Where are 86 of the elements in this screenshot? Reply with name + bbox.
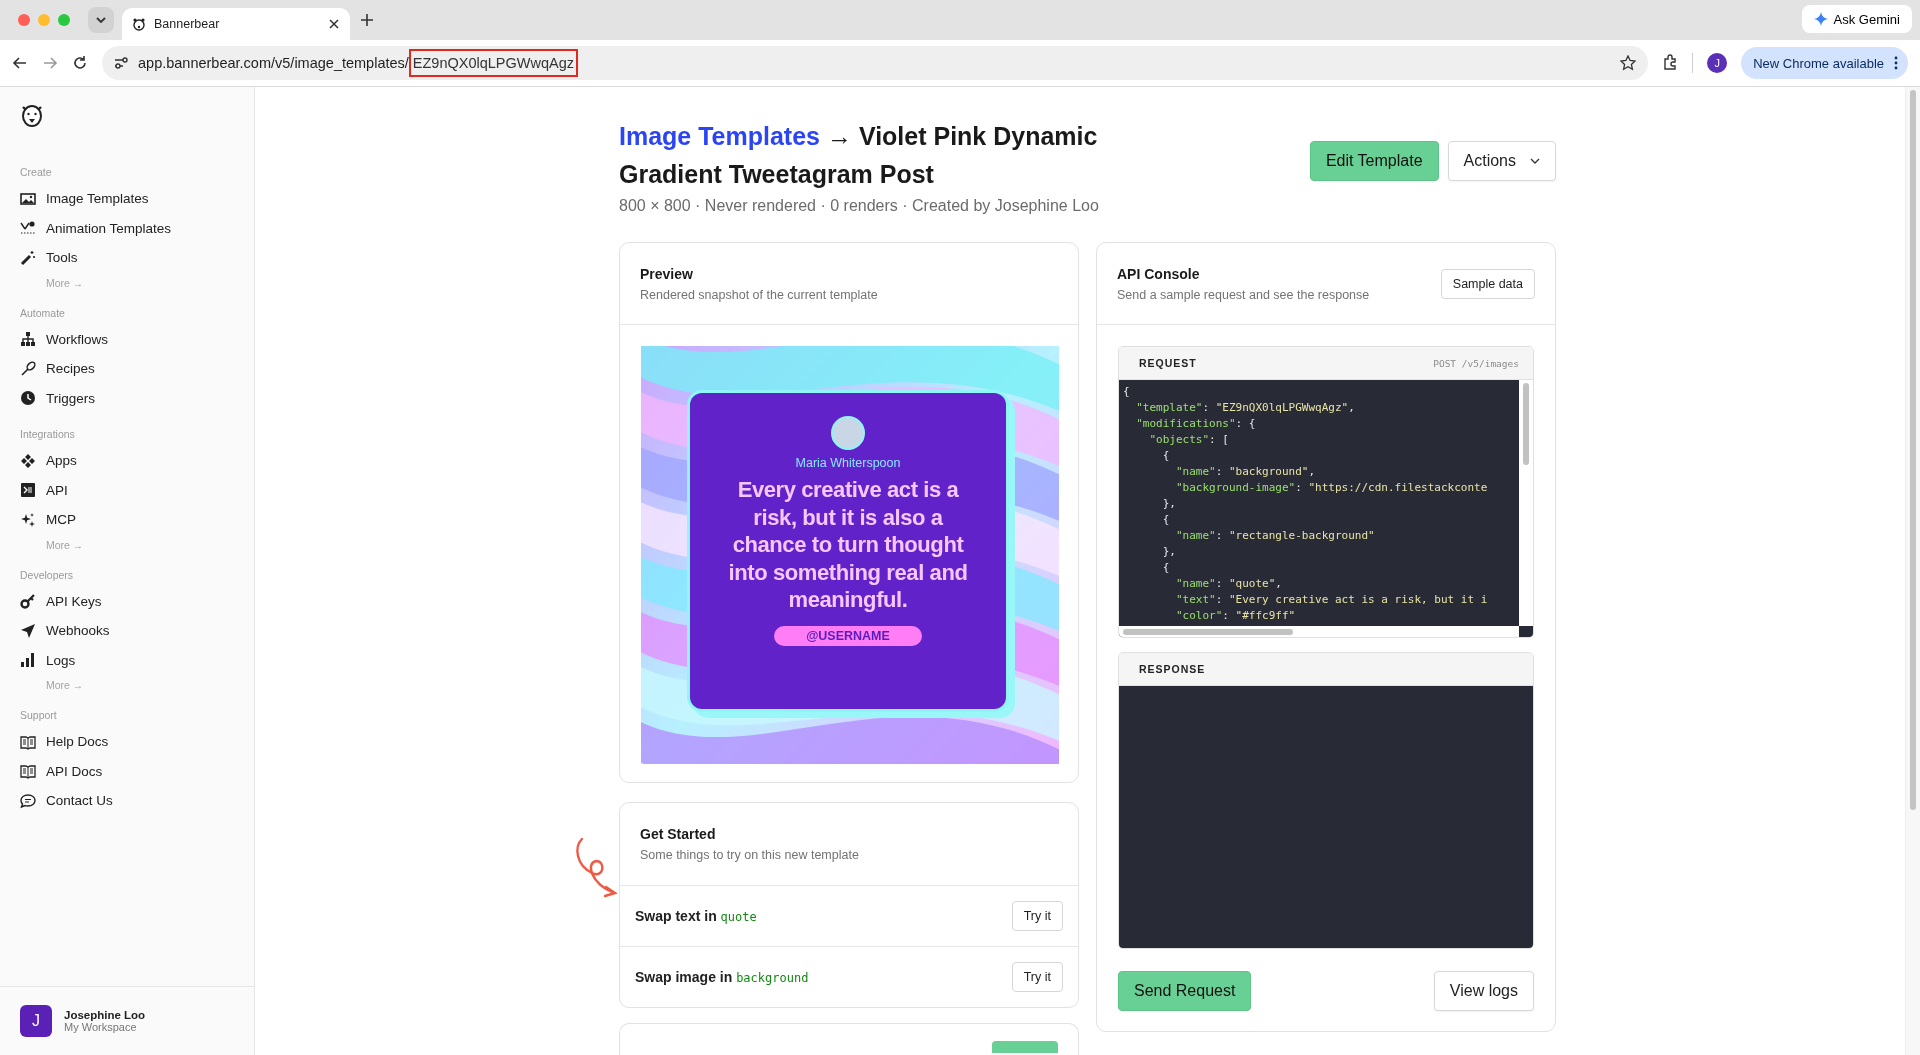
user-avatar: J <box>20 1005 52 1037</box>
site-settings-icon <box>114 56 128 70</box>
section-label: Integrations <box>20 428 76 440</box>
nav-item[interactable]: Apps <box>20 446 234 476</box>
page-title: Image Templates → Violet Pink Dynamic Gradient Tweetagram Post <box>619 121 1099 190</box>
panel-label: RESPONSE <box>1139 663 1206 675</box>
motion-path-icon <box>20 220 36 237</box>
close-icon[interactable] <box>328 18 340 30</box>
chevron-down-icon <box>95 14 107 26</box>
quote-text: Every creative act is a risk, but it is also a chance to turn thought into something real and meaningful. <box>727 476 969 614</box>
ask-gemini-button[interactable]: Ask Gemini <box>1801 5 1912 33</box>
nav-item[interactable]: Workflows <box>20 324 234 354</box>
magic-wand-icon <box>20 249 36 266</box>
nav-item[interactable]: API <box>20 475 234 505</box>
scrollbar[interactable] <box>1119 626 1519 637</box>
new-tab-icon[interactable] <box>360 13 374 27</box>
task-label: Swap text in quote <box>635 908 757 924</box>
whisk-icon <box>20 360 36 377</box>
browser-tab[interactable]: Bannerbear <box>122 8 350 40</box>
card-title: Get Started <box>640 826 717 842</box>
update-chrome-button[interactable]: New Chrome available <box>1741 47 1908 79</box>
sparkle-icon <box>1813 12 1828 26</box>
sparkles-icon <box>20 511 36 528</box>
view-logs-button[interactable]: View logs <box>1433 971 1534 1011</box>
bear-icon <box>132 17 146 31</box>
forward-icon[interactable] <box>42 55 58 71</box>
more-icon <box>1894 56 1898 70</box>
actions-button[interactable]: Actions <box>1447 141 1556 181</box>
endpoint-label: POST /v5/images <box>1433 357 1519 369</box>
book-icon <box>20 733 36 750</box>
avatar <box>831 416 865 450</box>
profile-avatar[interactable]: J <box>1707 53 1728 73</box>
try-it-button[interactable]: Try it <box>1011 962 1063 992</box>
card-subtitle: Rendered snapshot of the current template <box>640 287 878 302</box>
nav-item[interactable]: API Keys <box>20 586 234 616</box>
bar-chart-icon <box>20 652 36 669</box>
section-label: Automate <box>20 306 66 319</box>
back-icon[interactable] <box>12 55 28 71</box>
nav-item[interactable]: Triggers <box>20 383 234 413</box>
nav-item[interactable]: Help Docs <box>20 727 234 757</box>
nav-item[interactable]: Animation Templates <box>20 213 234 243</box>
chevron-down-icon <box>1530 158 1540 164</box>
username-tag: @USERNAME <box>774 625 922 646</box>
chat-bubble-icon <box>20 792 36 809</box>
task-label: Swap image in background <box>635 969 809 985</box>
card-subtitle: Some things to try on this new template <box>640 848 859 862</box>
address-bar[interactable]: app.bannerbear.com/v5/image_templates/ EZ9nQX0lqLPGWwqAgz <box>102 46 1649 80</box>
clock-icon <box>20 390 36 407</box>
terminal-icon <box>20 482 36 499</box>
key-icon <box>20 593 36 610</box>
section-label: Support <box>20 709 58 721</box>
workspace-name: My Workspace <box>64 1021 138 1033</box>
section-label: Create <box>20 166 53 178</box>
author-name: Maria Whiterspoon <box>795 456 901 470</box>
url-text: app.bannerbear.com/v5/image_templates/ EZ9nQX0lqLPGWwqAgz <box>138 49 579 77</box>
user-menu[interactable]: J Josephine Loo My Workspace <box>0 986 254 1055</box>
nav-item[interactable]: Recipes <box>20 354 234 384</box>
edit-template-button[interactable]: Edit Template <box>1309 141 1439 181</box>
send-request-button[interactable]: Send Request <box>1118 971 1252 1011</box>
star-icon[interactable] <box>1620 55 1637 71</box>
scrollbar[interactable] <box>1519 380 1533 626</box>
try-it-button[interactable]: Try it <box>1011 901 1063 931</box>
nav-item[interactable]: Webhooks <box>20 616 234 646</box>
card-title: Preview <box>640 265 694 282</box>
user-name: Josephine Loo <box>64 1009 146 1021</box>
paper-plane-icon <box>20 622 36 639</box>
diamonds-icon <box>20 452 36 469</box>
reload-icon[interactable] <box>72 55 88 71</box>
nav-item[interactable]: Logs <box>20 645 234 675</box>
nav-item[interactable]: Image Templates <box>20 184 234 214</box>
nav-item[interactable]: MCP <box>20 505 234 535</box>
card-subtitle: Send a sample request and see the response <box>1117 287 1370 302</box>
sample-data-button[interactable]: Sample data <box>1440 268 1535 299</box>
image-icon <box>20 190 36 207</box>
nav-item[interactable]: API Docs <box>20 756 234 786</box>
extensions-icon[interactable] <box>1662 54 1679 72</box>
scrollbar[interactable] <box>1905 87 1920 1055</box>
nav-item[interactable]: Contact Us <box>20 786 234 816</box>
section-label: Developers <box>20 568 75 581</box>
panel-label: REQUEST <box>1139 357 1197 369</box>
template-meta: 800 × 800 · Never rendered · 0 renders · Created by Josephine Loo <box>619 197 1100 215</box>
book-icon <box>20 763 36 780</box>
nav-item[interactable]: Tools <box>20 243 234 273</box>
hierarchy-icon <box>20 331 36 348</box>
card-title: API Console <box>1117 265 1201 282</box>
breadcrumb-link[interactable]: Image Templates <box>619 122 820 150</box>
